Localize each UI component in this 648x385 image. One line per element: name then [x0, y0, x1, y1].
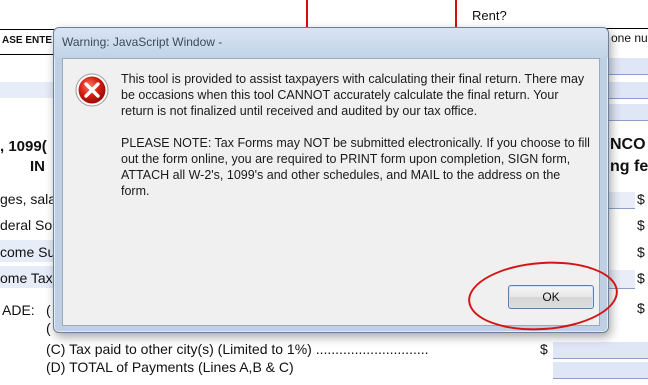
none-label: one nu: [611, 31, 648, 45]
section-subheading-left: IN: [30, 158, 45, 175]
dollar-sign: $: [540, 341, 548, 357]
form-field-strip: [0, 82, 54, 98]
dollar-sign: $: [637, 270, 645, 286]
row-income-sub: come Su: [0, 244, 56, 260]
row-wages: ges, sala: [0, 191, 57, 207]
form-border-red-right: [455, 0, 457, 28]
row-federal: deral So: [0, 217, 53, 233]
dialog-titlebar[interactable]: Warning: JavaScript Window -: [54, 28, 608, 58]
dollar-sign: $: [637, 300, 645, 316]
form-line: [0, 29, 54, 30]
section-heading-right: NCO: [610, 136, 646, 153]
row-b-paren: (: [46, 302, 51, 318]
dollar-sign: $: [637, 244, 645, 260]
row-c-tax-paid: (C) Tax paid to other city(s) (Limited t…: [46, 341, 429, 357]
dollar-sign: $: [637, 217, 645, 233]
dialog-message: This tool is provided to assist taxpayer…: [121, 71, 591, 215]
error-icon: [75, 73, 109, 107]
please-enter-label: ASE ENTE: [2, 35, 53, 46]
form-border-red-left: [306, 0, 308, 28]
form-field[interactable]: [609, 82, 648, 99]
amount-field-c[interactable]: [553, 342, 648, 359]
section-subheading-right: ng fee: [610, 158, 648, 175]
form-line: [0, 54, 54, 55]
row-income-tax: ome Tax: [0, 270, 53, 286]
amount-field[interactable]: [609, 192, 635, 209]
row-d-total: (D) TOTAL of Payments (Lines A,B & C): [46, 359, 294, 375]
message-paragraph-1: This tool is provided to assist taxpayer…: [121, 72, 585, 118]
dollar-sign: $: [637, 191, 645, 207]
rent-label: Rent?: [472, 8, 507, 23]
form-field[interactable]: [609, 104, 648, 121]
section-heading-left: , 1099(: [0, 138, 47, 155]
message-paragraph-2: PLEASE NOTE: Tax Forms may NOT be submit…: [121, 136, 590, 198]
form-field[interactable]: [609, 58, 648, 75]
dialog-title: Warning: JavaScript Window -: [62, 35, 223, 49]
row-c-paren: (: [46, 320, 51, 336]
row-ade: ADE:: [2, 302, 35, 318]
amount-field-d[interactable]: [553, 362, 648, 379]
